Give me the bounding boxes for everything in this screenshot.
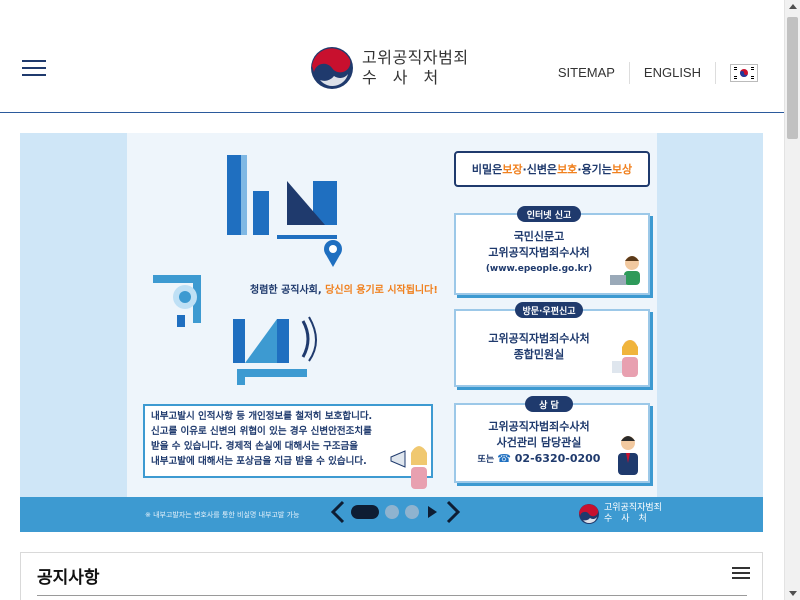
headline-part: ·신변은 <box>522 163 558 176</box>
card-line: 고위공직자범죄수사처 <box>488 332 590 345</box>
banner-footer-logo-line2: 수사처 <box>604 514 656 524</box>
banner-artwork: 비밀은 보장 ·신변은 보호 ·용기는 보상 국민신문고 고위공직자범죄수사처 (w… <box>127 133 657 497</box>
slider-controls <box>328 499 463 525</box>
phone-number: 02-6320-0200 <box>514 452 601 465</box>
phone-line: 또는 ☎ 02-6320-0200 <box>464 451 614 468</box>
report-card-internet[interactable]: 국민신문고 고위공직자범죄수사처 (www.epeople.go.kr) <box>454 213 650 295</box>
taegeuk-logo-icon <box>311 47 353 89</box>
card-text: 고위공직자범죄수사처 사건관리 담당관실 또는 ☎ 02-6320-0200 <box>464 419 614 468</box>
card-text: 국민신문고 고위공직자범죄수사처 (www.epeople.go.kr) <box>464 229 614 277</box>
protection-line: 신고를 이유로 신변의 위협이 있는 경우 신변안전조치를 <box>151 426 372 437</box>
banner-footer-logo-line1: 고위공직자범죄 <box>604 503 662 513</box>
card-pill: 인터넷 신고 <box>517 206 581 222</box>
banner-note: ※ 내부고발자는 변호사를 통한 비실명 내부고발 가능 <box>145 511 300 519</box>
banner-footer-logo: 고위공직자범죄 수사처 <box>578 503 662 525</box>
card-line: 고위공직자범죄수사처 <box>488 420 590 433</box>
taegeuk-logo-icon <box>579 504 599 524</box>
slide-dot-1[interactable] <box>351 505 379 519</box>
page: 고위공직자범죄 수사처 SITEMAP ENGLISH 비밀은 보장 ·신변은 … <box>0 0 800 600</box>
logo-text-line2: 수사처 <box>362 68 455 87</box>
report-card-visit[interactable]: 고위공직자범죄수사처 종합민원실 <box>454 309 650 387</box>
headline-part: 비밀은 <box>471 163 503 176</box>
divider <box>37 595 747 596</box>
report-card-consult[interactable]: 고위공직자범죄수사처 사건관리 담당관실 또는 ☎ 02-6320-0200 <box>454 403 650 483</box>
card-pill: 방문·우편신고 <box>515 302 583 318</box>
play-icon[interactable] <box>428 506 437 518</box>
card-text: 고위공직자범죄수사처 종합민원실 <box>464 331 614 363</box>
sitemap-link[interactable]: SITEMAP <box>544 62 630 84</box>
english-link[interactable]: ENGLISH <box>630 62 716 84</box>
phone-icon: ☎ <box>497 452 515 465</box>
logo-text-line1: 고위공직자범죄 <box>362 48 469 67</box>
protection-line: 받을 수 있습니다. 경제적 손실에 대해서는 구조금을 <box>151 441 358 452</box>
headline-part: 보장 <box>502 163 523 176</box>
menu-icon[interactable] <box>22 60 46 78</box>
scroll-thumb[interactable] <box>787 17 798 139</box>
banner-footer-logo-text: 고위공직자범죄 수사처 <box>604 503 662 525</box>
slide-dot-2[interactable] <box>385 505 399 519</box>
person-phone-icon <box>618 436 638 475</box>
person-laptop-icon <box>610 256 640 285</box>
site-logo[interactable]: 고위공직자범죄 수사처 <box>310 46 469 90</box>
card-pill: 상 담 <box>525 396 573 412</box>
top-links: SITEMAP ENGLISH <box>544 62 758 84</box>
card-line: 고위공직자범죄수사처 <box>488 246 590 259</box>
banner-slogan: 청렴한 공직사회, 당신의 용기로 시작됩니다! <box>250 281 438 296</box>
slogan-prefix: 청렴한 공직사회, <box>250 285 326 296</box>
protection-line: 내부고발에 대해서는 포상금을 지급 받을 수 있습니다. <box>151 456 367 467</box>
page-scrollbar[interactable] <box>784 0 800 600</box>
scroll-up-icon[interactable] <box>789 4 797 9</box>
banner-headline: 비밀은 보장 ·신변은 보호 ·용기는 보상 <box>454 151 650 187</box>
list-icon[interactable] <box>732 567 750 581</box>
protection-line: 내부고발시 인적사항 등 개인정보를 철저히 보호합니다. <box>151 411 373 422</box>
card-line: 국민신문고 <box>513 230 565 243</box>
logo-text: 고위공직자범죄 수사처 <box>362 48 469 88</box>
main-banner[interactable]: 비밀은 보장 ·신변은 보호 ·용기는 보상 국민신문고 고위공직자범죄수사처 (w… <box>20 133 763 532</box>
site-header: 고위공직자범죄 수사처 SITEMAP ENGLISH <box>0 0 784 113</box>
card-line: (www.epeople.go.kr) <box>485 264 593 274</box>
phone-prefix: 또는 <box>477 455 498 465</box>
chevron-right-icon[interactable] <box>443 499 463 525</box>
headline-part: 보상 <box>611 163 633 176</box>
megaphone-person-icon <box>390 446 427 489</box>
headline-part: ·용기는 <box>577 163 612 176</box>
banner-graphic-icon <box>153 155 342 385</box>
korea-flag-icon[interactable] <box>730 64 758 82</box>
notice-panel: 공지사항 <box>20 552 763 600</box>
card-line: 종합민원실 <box>513 348 565 361</box>
notice-title[interactable]: 공지사항 <box>37 563 100 588</box>
person-document-icon <box>612 340 638 377</box>
slogan-highlight: 당신의 용기로 시작됩니다! <box>325 285 438 296</box>
scroll-down-icon[interactable] <box>789 591 797 596</box>
chevron-left-icon[interactable] <box>328 499 348 525</box>
headline-part: 보호 <box>557 163 578 176</box>
slide-dot-3[interactable] <box>405 505 419 519</box>
card-line: 사건관리 담당관실 <box>496 436 582 449</box>
